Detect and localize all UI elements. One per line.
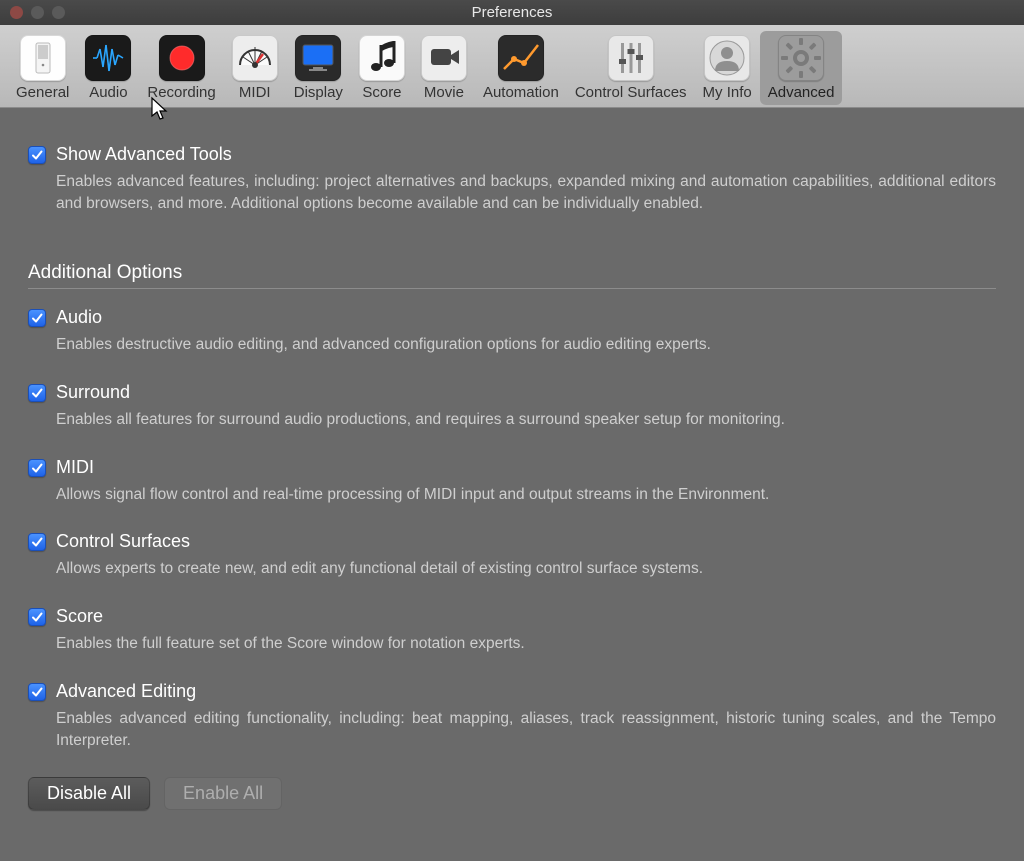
tab-label: Automation <box>483 84 559 101</box>
option-description: Enables advanced editing functionality, … <box>56 708 996 751</box>
content-area: Show Advanced Tools Enables advanced fea… <box>0 108 1024 830</box>
advanced-editing-checkbox[interactable] <box>28 683 46 701</box>
option-description: Enables destructive audio editing, and a… <box>56 334 996 356</box>
movie-icon <box>421 35 467 81</box>
automation-icon <box>498 35 544 81</box>
tab-display[interactable]: Display <box>286 31 351 105</box>
option-midi: MIDI Allows signal flow control and real-… <box>28 457 996 506</box>
enable-all-button[interactable]: Enable All <box>164 777 282 810</box>
show-advanced-tools-checkbox[interactable] <box>28 146 46 164</box>
preferences-toolbar: General Audio Recording MIDI Display Sco… <box>0 25 1024 108</box>
display-icon <box>295 35 341 81</box>
midi-checkbox[interactable] <box>28 459 46 477</box>
option-title: Surround <box>56 382 130 403</box>
general-icon <box>20 35 66 81</box>
tab-advanced[interactable]: Advanced <box>760 31 843 105</box>
surround-checkbox[interactable] <box>28 384 46 402</box>
tab-label: Control Surfaces <box>575 84 687 101</box>
option-description: Allows experts to create new, and edit a… <box>56 558 996 580</box>
tab-audio[interactable]: Audio <box>77 31 139 105</box>
tab-label: Audio <box>89 84 127 101</box>
audio-icon <box>85 35 131 81</box>
option-surround: Surround Enables all features for surroun… <box>28 382 996 431</box>
midi-icon <box>232 35 278 81</box>
option-control-surfaces: Control Surfaces Allows experts to create… <box>28 531 996 580</box>
tab-general[interactable]: General <box>8 31 77 105</box>
show-advanced-tools-option: Show Advanced Tools Enables advanced fea… <box>28 144 996 214</box>
traffic-lights <box>10 6 65 19</box>
option-description: Enables the full feature set of the Scor… <box>56 633 996 655</box>
tab-automation[interactable]: Automation <box>475 31 567 105</box>
advanced-icon <box>778 35 824 81</box>
action-buttons: Disable All Enable All <box>28 777 996 810</box>
my-info-icon <box>704 35 750 81</box>
option-title: Advanced Editing <box>56 681 196 702</box>
control-surfaces-icon <box>608 35 654 81</box>
option-title: Control Surfaces <box>56 531 190 552</box>
tab-score[interactable]: Score <box>351 31 413 105</box>
tab-label: General <box>16 84 69 101</box>
tab-movie[interactable]: Movie <box>413 31 475 105</box>
tab-label: Display <box>294 84 343 101</box>
option-title: Score <box>56 606 103 627</box>
audio-checkbox[interactable] <box>28 309 46 327</box>
tab-label: Score <box>362 84 401 101</box>
tab-label: Advanced <box>768 84 835 101</box>
tab-label: MIDI <box>239 84 271 101</box>
control-surfaces-checkbox[interactable] <box>28 533 46 551</box>
tab-my-info[interactable]: My Info <box>695 31 760 105</box>
option-title: Audio <box>56 307 102 328</box>
tab-label: My Info <box>703 84 752 101</box>
minimize-window-button[interactable] <box>31 6 44 19</box>
close-window-button[interactable] <box>10 6 23 19</box>
zoom-window-button[interactable] <box>52 6 65 19</box>
option-description: Enables all features for surround audio … <box>56 409 996 431</box>
titlebar: Preferences <box>0 0 1024 25</box>
tab-midi[interactable]: MIDI <box>224 31 286 105</box>
option-description: Allows signal flow control and real-time… <box>56 484 996 506</box>
tab-label: Movie <box>424 84 464 101</box>
option-score: Score Enables the full feature set of the… <box>28 606 996 655</box>
tab-label: Recording <box>147 84 215 101</box>
option-title: MIDI <box>56 457 94 478</box>
score-icon <box>359 35 405 81</box>
window-title: Preferences <box>0 4 1024 21</box>
option-description: Enables advanced features, including: pr… <box>56 171 996 214</box>
option-title: Show Advanced Tools <box>56 144 232 165</box>
score-checkbox[interactable] <box>28 608 46 626</box>
additional-options-header: Additional Options <box>28 262 996 289</box>
option-advanced-editing: Advanced Editing Enables advanced editing… <box>28 681 996 751</box>
disable-all-button[interactable]: Disable All <box>28 777 150 810</box>
tab-recording[interactable]: Recording <box>139 31 223 105</box>
recording-icon <box>159 35 205 81</box>
tab-control-surfaces[interactable]: Control Surfaces <box>567 31 695 105</box>
option-audio: Audio Enables destructive audio editing, … <box>28 307 996 356</box>
